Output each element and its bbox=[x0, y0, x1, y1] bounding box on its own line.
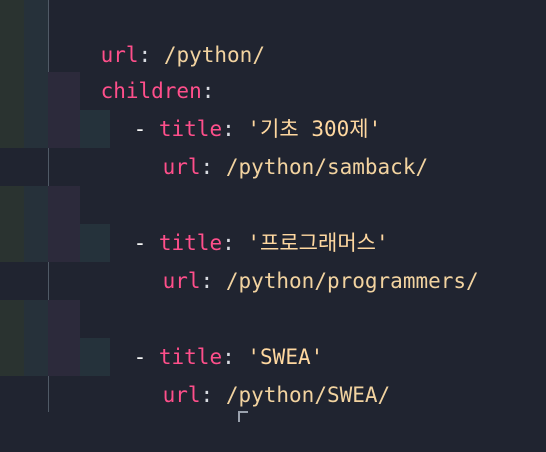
code-line[interactable]: url: /python/ bbox=[50, 0, 265, 67]
indent-band bbox=[24, 72, 48, 110]
indent-band bbox=[0, 300, 24, 338]
indent-band bbox=[48, 224, 80, 262]
code-line[interactable]: - title: 'SWEA' bbox=[83, 300, 324, 369]
indent-band bbox=[0, 186, 24, 224]
indent-band bbox=[0, 72, 24, 110]
indent-band bbox=[24, 300, 48, 338]
indent-band bbox=[48, 186, 80, 224]
code-line[interactable]: children: bbox=[50, 34, 215, 103]
yaml-value: /python/SWEA/ bbox=[225, 383, 391, 407]
code-line[interactable]: url: /python/SWEA/ bbox=[112, 338, 391, 407]
indent-band bbox=[24, 186, 48, 224]
code-line[interactable]: url: /python/programmers/ bbox=[112, 224, 479, 293]
indent-band bbox=[24, 224, 48, 262]
yaml-colon: : bbox=[200, 155, 226, 179]
yaml-value: /python/programmers/ bbox=[225, 269, 479, 293]
yaml-colon: : bbox=[200, 383, 226, 407]
indent-band bbox=[24, 0, 48, 38]
code-line[interactable]: - title: '기초 300제' bbox=[83, 72, 382, 141]
cut-off-glyph bbox=[238, 411, 248, 422]
indent-band bbox=[0, 110, 24, 148]
yaml-value: /python/samback/ bbox=[225, 155, 429, 179]
code-editor[interactable]: url: /python/ children: - title: '기초 300… bbox=[0, 0, 546, 422]
code-line[interactable]: url: /python/samback/ bbox=[112, 110, 429, 179]
indent-band bbox=[24, 110, 48, 148]
yaml-key: url bbox=[162, 383, 201, 407]
code-line[interactable]: - title: '프로그래머스' bbox=[83, 186, 389, 255]
indent-band bbox=[0, 338, 24, 376]
indent-band bbox=[24, 338, 48, 376]
indent-band bbox=[24, 38, 48, 76]
yaml-key: url bbox=[162, 155, 201, 179]
indent-band bbox=[0, 0, 24, 38]
yaml-colon: : bbox=[200, 269, 226, 293]
yaml-key: url bbox=[162, 269, 201, 293]
indent-band bbox=[48, 300, 80, 338]
indent-band bbox=[0, 224, 24, 262]
indent-band bbox=[0, 38, 24, 76]
indent-band bbox=[48, 338, 80, 376]
